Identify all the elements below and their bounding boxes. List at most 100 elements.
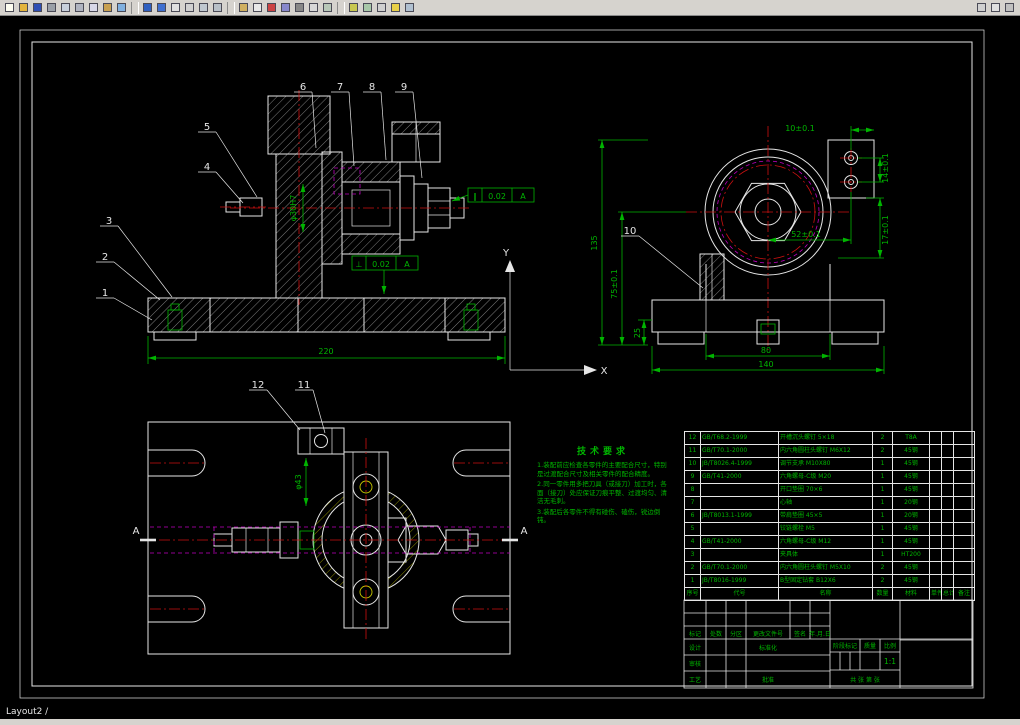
bom-cell: 10 <box>684 457 701 471</box>
distance-icon[interactable] <box>347 1 360 14</box>
ucs-icon[interactable] <box>1003 1 1016 14</box>
bom-cell <box>953 444 975 458</box>
redo-icon[interactable] <box>155 1 168 14</box>
sheet-count-label: 共 张 第 张 <box>850 676 880 684</box>
svg-text:5: 5 <box>204 122 210 133</box>
model-space-icon <box>977 3 986 12</box>
layer-control-icon[interactable] <box>251 1 264 14</box>
callout-10: 10 <box>621 226 704 289</box>
redo-icon <box>157 3 166 12</box>
linetype-icon <box>281 3 290 12</box>
cad-application-window: 220 φ30H7 ∥ 0.02 A ⊥ 0.02 A 1 2 3 4 5 6 … <box>0 0 1020 725</box>
print-icon[interactable] <box>45 1 58 14</box>
new-icon[interactable] <box>3 1 16 14</box>
bom-cell: 45钢 <box>892 561 930 575</box>
role-design-label: 设计 <box>689 644 701 652</box>
bom-row: 3 夹具体 1 HT200 <box>684 548 975 562</box>
bom-header-cell: 单件 <box>929 587 942 601</box>
bom-cell: 20钢 <box>892 509 930 523</box>
bom-cell: JB/T8026.4-1999 <box>700 457 779 471</box>
toolbar-separator <box>337 1 345 14</box>
title-block: 标记 处数 分区 更改文件号 签名 年.月.日 设计 标准化 审核 工艺 批准 … <box>683 599 974 689</box>
bom-row: 9 GB/T41-2000 六角螺母-C级 M20 1 45钢 <box>684 470 975 484</box>
bom-cell: 开口垫圈 70×6 <box>778 483 873 497</box>
area-icon[interactable] <box>361 1 374 14</box>
pan-icon[interactable] <box>169 1 182 14</box>
bom-cell: 1 <box>872 496 893 510</box>
axis-x-label: X <box>601 366 608 377</box>
bom-cell: 1 <box>684 574 701 588</box>
layer-control-icon <box>253 3 262 12</box>
bom-cell: 1 <box>872 470 893 484</box>
svg-text:75±0.1: 75±0.1 <box>610 269 619 299</box>
bom-header-row: 序号代号名称数量材料单件总计备注 <box>684 587 975 601</box>
axis-y-label: Y <box>502 248 510 259</box>
print-preview-icon[interactable] <box>59 1 72 14</box>
paste-icon <box>103 3 112 12</box>
bom-cell <box>953 574 975 588</box>
zoom-realtime-icon <box>185 3 194 12</box>
bom-cell: 20钢 <box>892 496 930 510</box>
stage-label: 阶段标记 <box>833 642 857 650</box>
bom-cell <box>929 574 942 588</box>
bom-cell: 45钢 <box>892 470 930 484</box>
save-icon[interactable] <box>31 1 44 14</box>
mass-label: 质量 <box>864 642 876 650</box>
bom-cell <box>941 509 954 523</box>
cut-icon[interactable] <box>73 1 86 14</box>
dim-17: 17±0.1 <box>838 197 890 259</box>
callout-8: 8 <box>363 82 387 161</box>
bom-cell: 2 <box>872 574 893 588</box>
bom-cell: T8A <box>892 431 930 445</box>
drawing-canvas[interactable]: 220 φ30H7 ∥ 0.02 A ⊥ 0.02 A 1 2 3 4 5 6 … <box>0 0 1020 725</box>
zoom-realtime-icon[interactable] <box>183 1 196 14</box>
undo-icon <box>143 3 152 12</box>
zoom-previous-icon[interactable] <box>211 1 224 14</box>
model-space-icon[interactable] <box>975 1 988 14</box>
svg-text:10: 10 <box>624 226 637 237</box>
svg-text:17±0.1: 17±0.1 <box>881 215 890 245</box>
linetype-icon[interactable] <box>279 1 292 14</box>
bom-cell <box>929 509 942 523</box>
dim-style-icon[interactable] <box>321 1 334 14</box>
undo-icon[interactable] <box>141 1 154 14</box>
bom-cell <box>953 548 975 562</box>
bom-table: 12 GB/T68.2-1999 开槽沉头螺钉 5×18 2 T8A 11 GB/T70.1… <box>684 431 975 601</box>
text-style-icon[interactable] <box>307 1 320 14</box>
bom-row: 10 JB/T8026.4-1999 调节支承 M10X80 1 45钢 <box>684 457 975 471</box>
bom-cell: B型固定钻套 B12X6 <box>778 574 873 588</box>
svg-text:2: 2 <box>102 252 108 263</box>
zoom-window-icon[interactable] <box>197 1 210 14</box>
role-process-label: 工艺 <box>689 676 701 684</box>
properties-icon[interactable] <box>403 1 416 14</box>
copy-icon[interactable] <box>87 1 100 14</box>
tech-requirement-item: 3.装配后各零件不得有碰伤、磕伤，锐边倒钝。 <box>537 507 661 525</box>
tab-layout2[interactable]: Layout2 / <box>6 707 48 717</box>
match-properties-icon[interactable] <box>115 1 128 14</box>
bom-cell: 1 <box>872 548 893 562</box>
bom-row: 8 开口垫圈 70×6 1 45钢 <box>684 483 975 497</box>
print-icon <box>47 3 56 12</box>
bom-cell: 3 <box>684 548 701 562</box>
layout-tab-bar: Layout2 / <box>0 706 1020 719</box>
help-icon[interactable] <box>389 1 402 14</box>
layers-icon[interactable] <box>237 1 250 14</box>
tech-requirement-item: 1.装配前应检查各零件的主要配合尺寸，特别是过渡配合尺寸及相关零件的配合精度。 <box>537 461 667 478</box>
list-icon[interactable] <box>375 1 388 14</box>
paper-space-icon[interactable] <box>989 1 1002 14</box>
dim-52: 52±0.1 <box>768 192 852 244</box>
bom-cell <box>941 535 954 549</box>
bom-row: 11 GB/T70.1-2000 内六角圆柱头螺钉 M6X12 2 45钢 <box>684 444 975 458</box>
color-control-icon[interactable] <box>265 1 278 14</box>
pan-icon <box>171 3 180 12</box>
lineweight-icon[interactable] <box>293 1 306 14</box>
bom-cell: 45钢 <box>892 457 930 471</box>
paste-icon[interactable] <box>101 1 114 14</box>
svg-text:7: 7 <box>337 82 343 93</box>
open-icon[interactable] <box>17 1 30 14</box>
bom-cell: 45钢 <box>892 535 930 549</box>
bom-cell <box>929 457 942 471</box>
command-bar[interactable] <box>0 719 1020 725</box>
bom-cell: 12 <box>684 431 701 445</box>
bom-cell: GB/T41-2000 <box>700 470 779 484</box>
